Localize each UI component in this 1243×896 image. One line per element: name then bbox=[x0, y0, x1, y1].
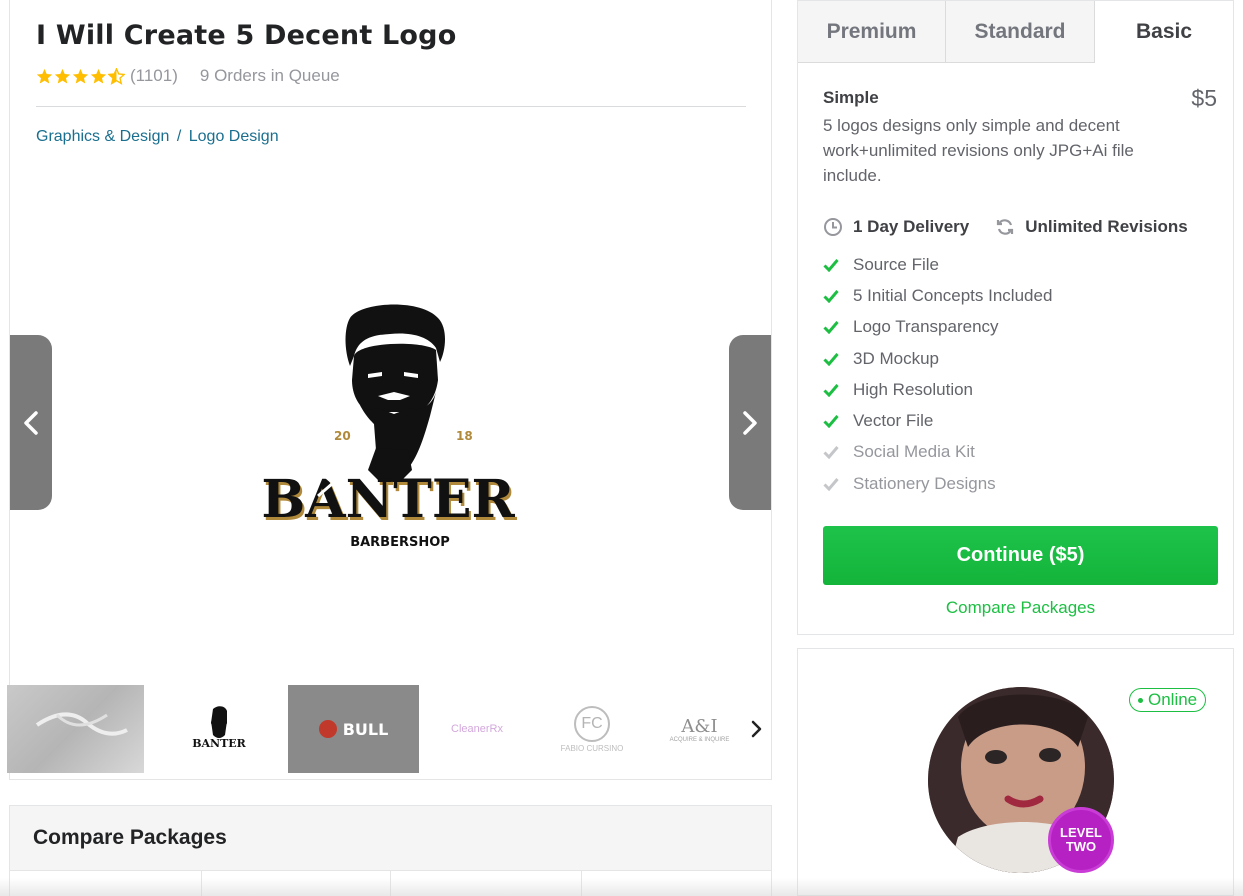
rating-stars bbox=[36, 67, 126, 85]
breadcrumb: Graphics & Design / Logo Design bbox=[36, 128, 279, 146]
thumbnail[interactable] bbox=[7, 685, 144, 773]
feature-label: 5 Initial Concepts Included bbox=[853, 285, 1053, 305]
thumbnail-label: A&I bbox=[681, 715, 718, 737]
star-icon bbox=[90, 68, 107, 83]
star-icon bbox=[54, 68, 71, 83]
clock-icon bbox=[824, 218, 842, 236]
breadcrumb-category[interactable]: Graphics & Design bbox=[36, 128, 169, 145]
feature-item: High Resolution bbox=[823, 374, 1052, 405]
thumbnail-sublabel: ACQUIRE & INQUIRE bbox=[669, 736, 730, 743]
logo-year-left: 20 bbox=[334, 429, 351, 443]
thumbnail-image: BANTER bbox=[192, 706, 247, 750]
thumbnail[interactable]: A&I ACQUIRE & INQUIRE bbox=[647, 685, 752, 773]
gig-title: I Will Create 5 Decent Logo bbox=[36, 20, 457, 51]
tab-premium[interactable]: Premium bbox=[798, 1, 946, 63]
thumbnail-image bbox=[35, 712, 128, 736]
logo-brand-text: BANTER bbox=[261, 469, 515, 530]
rating-row: (1101) 9 Orders in Queue bbox=[36, 66, 340, 86]
breadcrumb-separator: / bbox=[176, 128, 182, 145]
level-line1: LEVEL bbox=[1060, 825, 1102, 840]
gig-gallery: 20 18 BANTER BANTER BARBERSHOP bbox=[10, 160, 771, 675]
chevron-right-icon bbox=[751, 720, 762, 738]
fc-logo-icon: FC bbox=[574, 705, 610, 742]
online-dot-icon bbox=[1138, 697, 1143, 703]
refresh-icon bbox=[997, 219, 1014, 235]
seller-level-badge: LEVEL TWO bbox=[1048, 807, 1114, 873]
feature-label: High Resolution bbox=[853, 379, 974, 399]
feature-item: 5 Initial Concepts Included bbox=[823, 280, 1052, 311]
package-panel: Premium Standard Basic Simple $5 5 logos… bbox=[797, 0, 1234, 635]
feature-item: 3D Mockup bbox=[823, 343, 1052, 374]
check-icon bbox=[823, 321, 839, 335]
continue-button[interactable]: Continue ($5) bbox=[823, 526, 1218, 585]
logo-year-right: 18 bbox=[456, 429, 473, 443]
gallery-prev-button[interactable] bbox=[10, 335, 52, 510]
feature-label: Logo Transparency bbox=[853, 317, 999, 337]
seller-card: LEVEL TWO Online bbox=[797, 648, 1234, 896]
gig-panel: I Will Create 5 Decent Logo (1101) 9 Ord… bbox=[9, 0, 772, 780]
thumbnail[interactable]: BULL bbox=[288, 685, 419, 773]
online-status-label: Online bbox=[1148, 690, 1198, 709]
check-icon bbox=[823, 415, 839, 429]
check-icon bbox=[823, 352, 839, 366]
compare-table-header bbox=[10, 870, 771, 896]
feature-label: Vector File bbox=[853, 411, 934, 431]
online-status-badge: Online bbox=[1129, 688, 1207, 712]
feature-label: 3D Mockup bbox=[853, 348, 939, 368]
main-gig-image: 20 18 BANTER BANTER BARBERSHOP bbox=[261, 304, 517, 550]
divider bbox=[201, 871, 202, 896]
package-tabs: Premium Standard Basic bbox=[798, 1, 1233, 63]
feature-label: Social Media Kit bbox=[853, 442, 975, 462]
package-description: 5 logos designs only simple and decent w… bbox=[823, 116, 1134, 185]
revisions-label: Unlimited Revisions bbox=[1025, 217, 1188, 236]
thumbnail-sublabel: FABIO CURSINO bbox=[560, 743, 624, 753]
feature-label: Source File bbox=[853, 254, 939, 274]
tab-standard[interactable]: Standard bbox=[946, 1, 1095, 63]
thumbnail-strip: BANTER BULL CleanerRx FC FABIO CURSINO A… bbox=[7, 685, 767, 773]
revisions-info: Unlimited Revisions bbox=[995, 217, 1188, 237]
thumbnail-label: BANTER bbox=[192, 737, 246, 750]
star-icon bbox=[72, 68, 89, 83]
compare-packages-link[interactable]: Compare Packages bbox=[798, 598, 1243, 618]
chevron-right-icon bbox=[743, 410, 757, 435]
feature-item-excluded: Stationery Designs bbox=[823, 468, 1052, 499]
feature-item: Source File bbox=[823, 249, 1052, 280]
package-price: $5 bbox=[1191, 85, 1217, 111]
compare-packages-title: Compare Packages bbox=[33, 826, 227, 849]
feature-item: Logo Transparency bbox=[823, 312, 1052, 343]
check-icon bbox=[823, 477, 839, 491]
tab-basic[interactable]: Basic bbox=[1095, 1, 1233, 63]
thumbnail-active[interactable]: BANTER bbox=[159, 685, 279, 773]
check-icon bbox=[823, 383, 839, 397]
thumbnail-label: CleanerRx bbox=[451, 723, 503, 735]
thumbnail-next-button[interactable] bbox=[745, 715, 767, 743]
check-icon bbox=[823, 289, 839, 303]
orders-in-queue: 9 Orders in Queue bbox=[199, 66, 340, 85]
thumbnail[interactable]: FC FABIO CURSINO bbox=[537, 685, 647, 773]
chevron-left-icon bbox=[24, 410, 38, 435]
check-icon bbox=[823, 446, 839, 460]
check-icon bbox=[823, 258, 839, 272]
star-icon bbox=[36, 68, 53, 83]
delivery-time: 1 Day Delivery bbox=[853, 217, 970, 236]
divider bbox=[581, 871, 582, 896]
compare-packages-section: Compare Packages bbox=[9, 805, 772, 896]
rating-count[interactable]: (1101) bbox=[130, 66, 178, 86]
breadcrumb-subcategory[interactable]: Logo Design bbox=[189, 128, 279, 145]
divider bbox=[36, 106, 746, 107]
feature-item-excluded: Social Media Kit bbox=[823, 437, 1052, 468]
logo-tagline: BARBERSHOP bbox=[350, 535, 450, 550]
package-name: Simple bbox=[823, 88, 879, 107]
divider bbox=[390, 871, 391, 896]
thumbnail-label: BULL bbox=[342, 719, 389, 739]
thumbnail[interactable]: CleanerRx bbox=[427, 685, 527, 773]
feature-label: Stationery Designs bbox=[853, 473, 996, 493]
level-line2: TWO bbox=[1065, 839, 1097, 854]
gallery-next-button[interactable] bbox=[729, 335, 771, 510]
feature-list: Source File 5 Initial Concepts Included … bbox=[823, 249, 1052, 499]
feature-item: Vector File bbox=[823, 405, 1052, 436]
bull-logo-icon bbox=[318, 720, 337, 738]
delivery-row: 1 Day Delivery Unlimited Revisions bbox=[823, 217, 1188, 237]
half-star-icon bbox=[108, 67, 125, 85]
